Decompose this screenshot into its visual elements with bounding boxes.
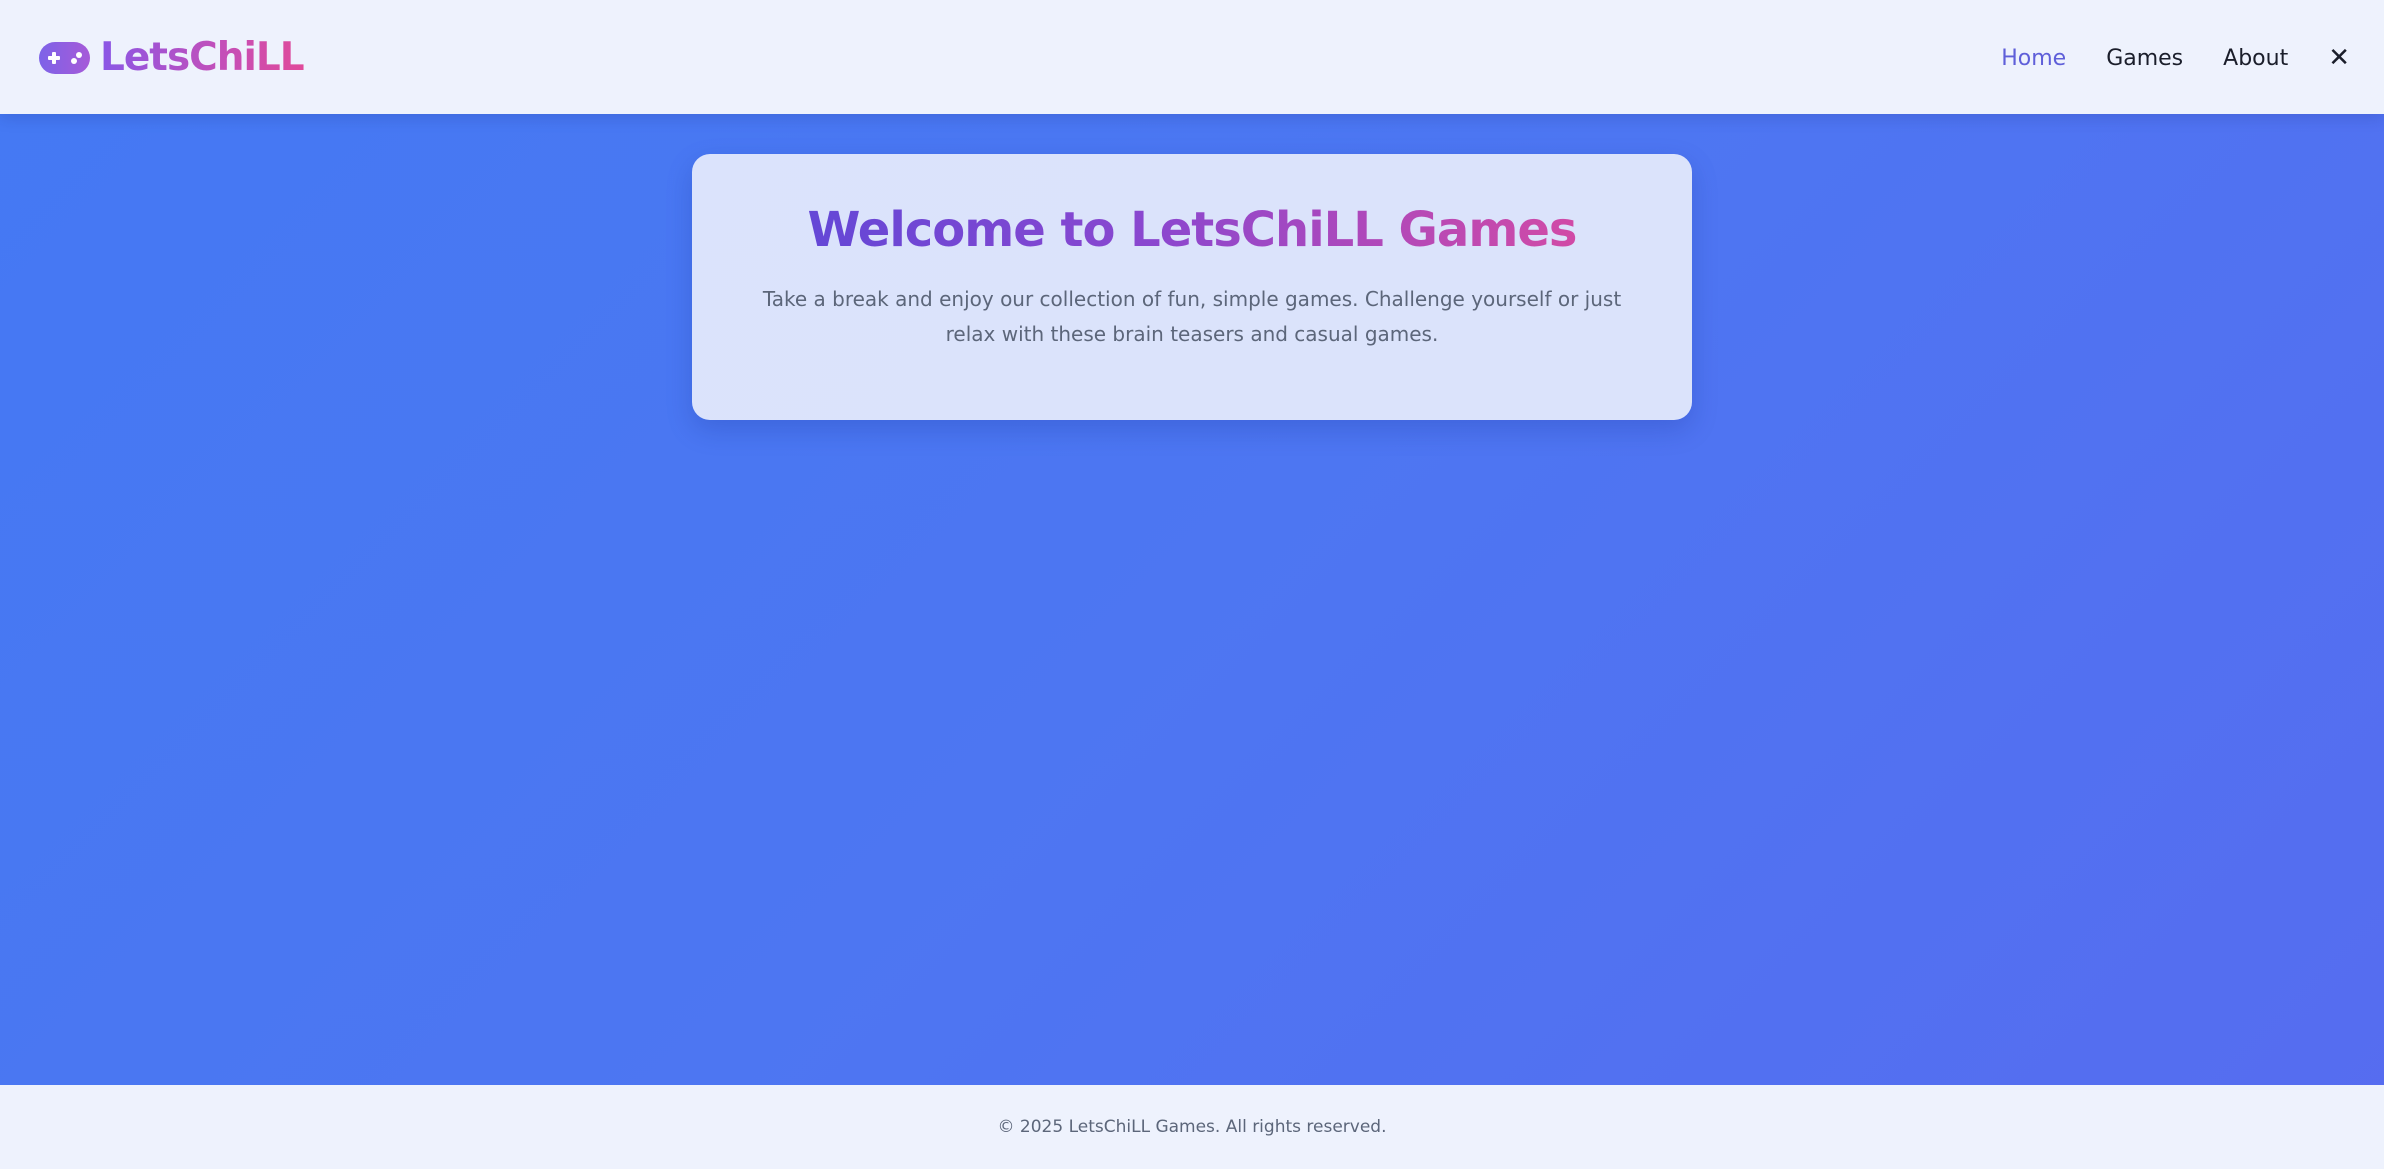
- site-header: LetsChiLL Home Games About ✕: [0, 0, 2384, 114]
- brand-logo[interactable]: LetsChiLL: [39, 30, 305, 86]
- nav-about-link[interactable]: About: [2223, 46, 2288, 71]
- welcome-card: Welcome to LetsChiLL Games Take a break …: [692, 154, 1692, 420]
- welcome-title: Welcome to LetsChiLL Games: [808, 198, 1578, 262]
- brand-name: LetsChiLL: [100, 30, 305, 86]
- footer-copyright: © 2025 LetsChiLL Games. All rights reser…: [997, 1117, 1387, 1137]
- main-nav: Home Games About ✕: [1961, 30, 2350, 86]
- welcome-description: Take a break and enjoy our collection of…: [762, 287, 1622, 346]
- gamepad-icon: [39, 42, 90, 74]
- close-icon[interactable]: ✕: [2328, 45, 2350, 71]
- nav-games-link[interactable]: Games: [2106, 46, 2183, 71]
- nav-home-link[interactable]: Home: [2001, 46, 2066, 71]
- site-footer: © 2025 LetsChiLL Games. All rights reser…: [0, 1085, 2384, 1169]
